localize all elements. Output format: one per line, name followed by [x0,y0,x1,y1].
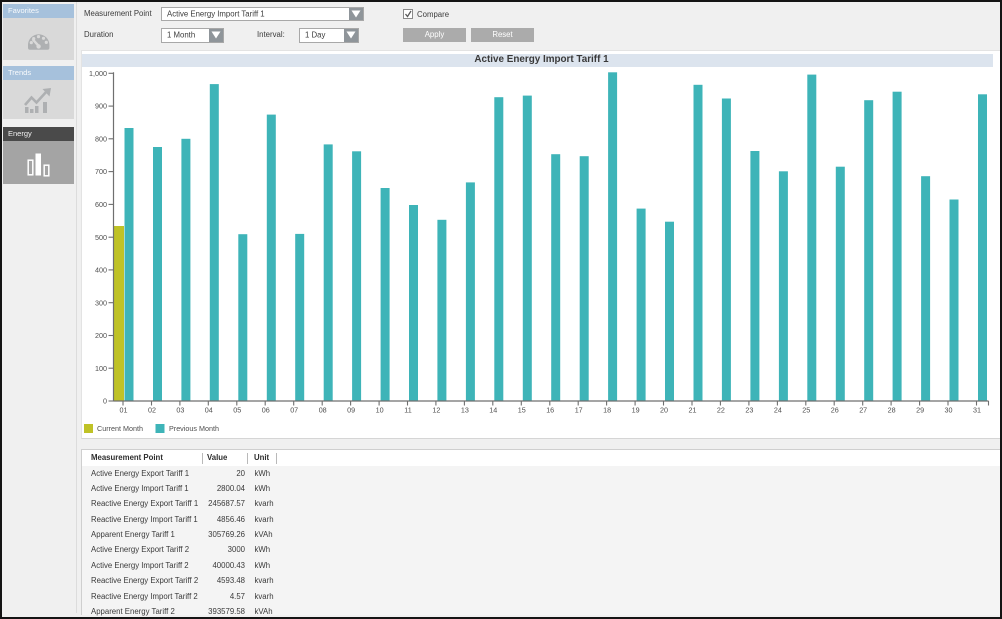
svg-text:22: 22 [717,406,725,415]
svg-text:500: 500 [95,233,107,242]
svg-text:800: 800 [95,134,107,143]
svg-text:200: 200 [95,331,107,340]
svg-text:23: 23 [745,406,753,415]
svg-text:26: 26 [831,406,839,415]
svg-text:29: 29 [916,406,924,415]
svg-text:18: 18 [603,406,611,415]
svg-text:21: 21 [689,406,697,415]
svg-text:01: 01 [120,406,128,415]
svg-text:10: 10 [376,406,384,415]
svg-text:04: 04 [205,406,213,415]
svg-text:19: 19 [632,406,640,415]
svg-text:05: 05 [233,406,241,415]
svg-text:16: 16 [546,406,554,415]
svg-text:31: 31 [973,406,981,415]
svg-text:300: 300 [95,298,107,307]
svg-text:400: 400 [95,266,107,275]
svg-text:02: 02 [148,406,156,415]
svg-text:1,000: 1,000 [89,69,107,78]
svg-text:08: 08 [319,406,327,415]
svg-text:20: 20 [660,406,668,415]
svg-text:06: 06 [262,406,270,415]
svg-text:100: 100 [95,364,107,373]
svg-text:27: 27 [859,406,867,415]
svg-text:15: 15 [518,406,526,415]
svg-text:30: 30 [945,406,953,415]
svg-text:700: 700 [95,167,107,176]
svg-text:0: 0 [103,397,107,406]
svg-text:07: 07 [290,406,298,415]
svg-text:14: 14 [489,406,497,415]
svg-text:Previous Month: Previous Month [169,424,219,433]
svg-text:17: 17 [575,406,583,415]
svg-text:09: 09 [347,406,355,415]
svg-text:28: 28 [888,406,896,415]
svg-text:Current Month: Current Month [97,424,143,433]
svg-text:25: 25 [802,406,810,415]
svg-text:900: 900 [95,102,107,111]
svg-text:24: 24 [774,406,782,415]
svg-text:13: 13 [461,406,469,415]
svg-text:600: 600 [95,200,107,209]
svg-text:11: 11 [404,406,411,415]
svg-text:03: 03 [176,406,184,415]
svg-text:12: 12 [432,406,440,415]
